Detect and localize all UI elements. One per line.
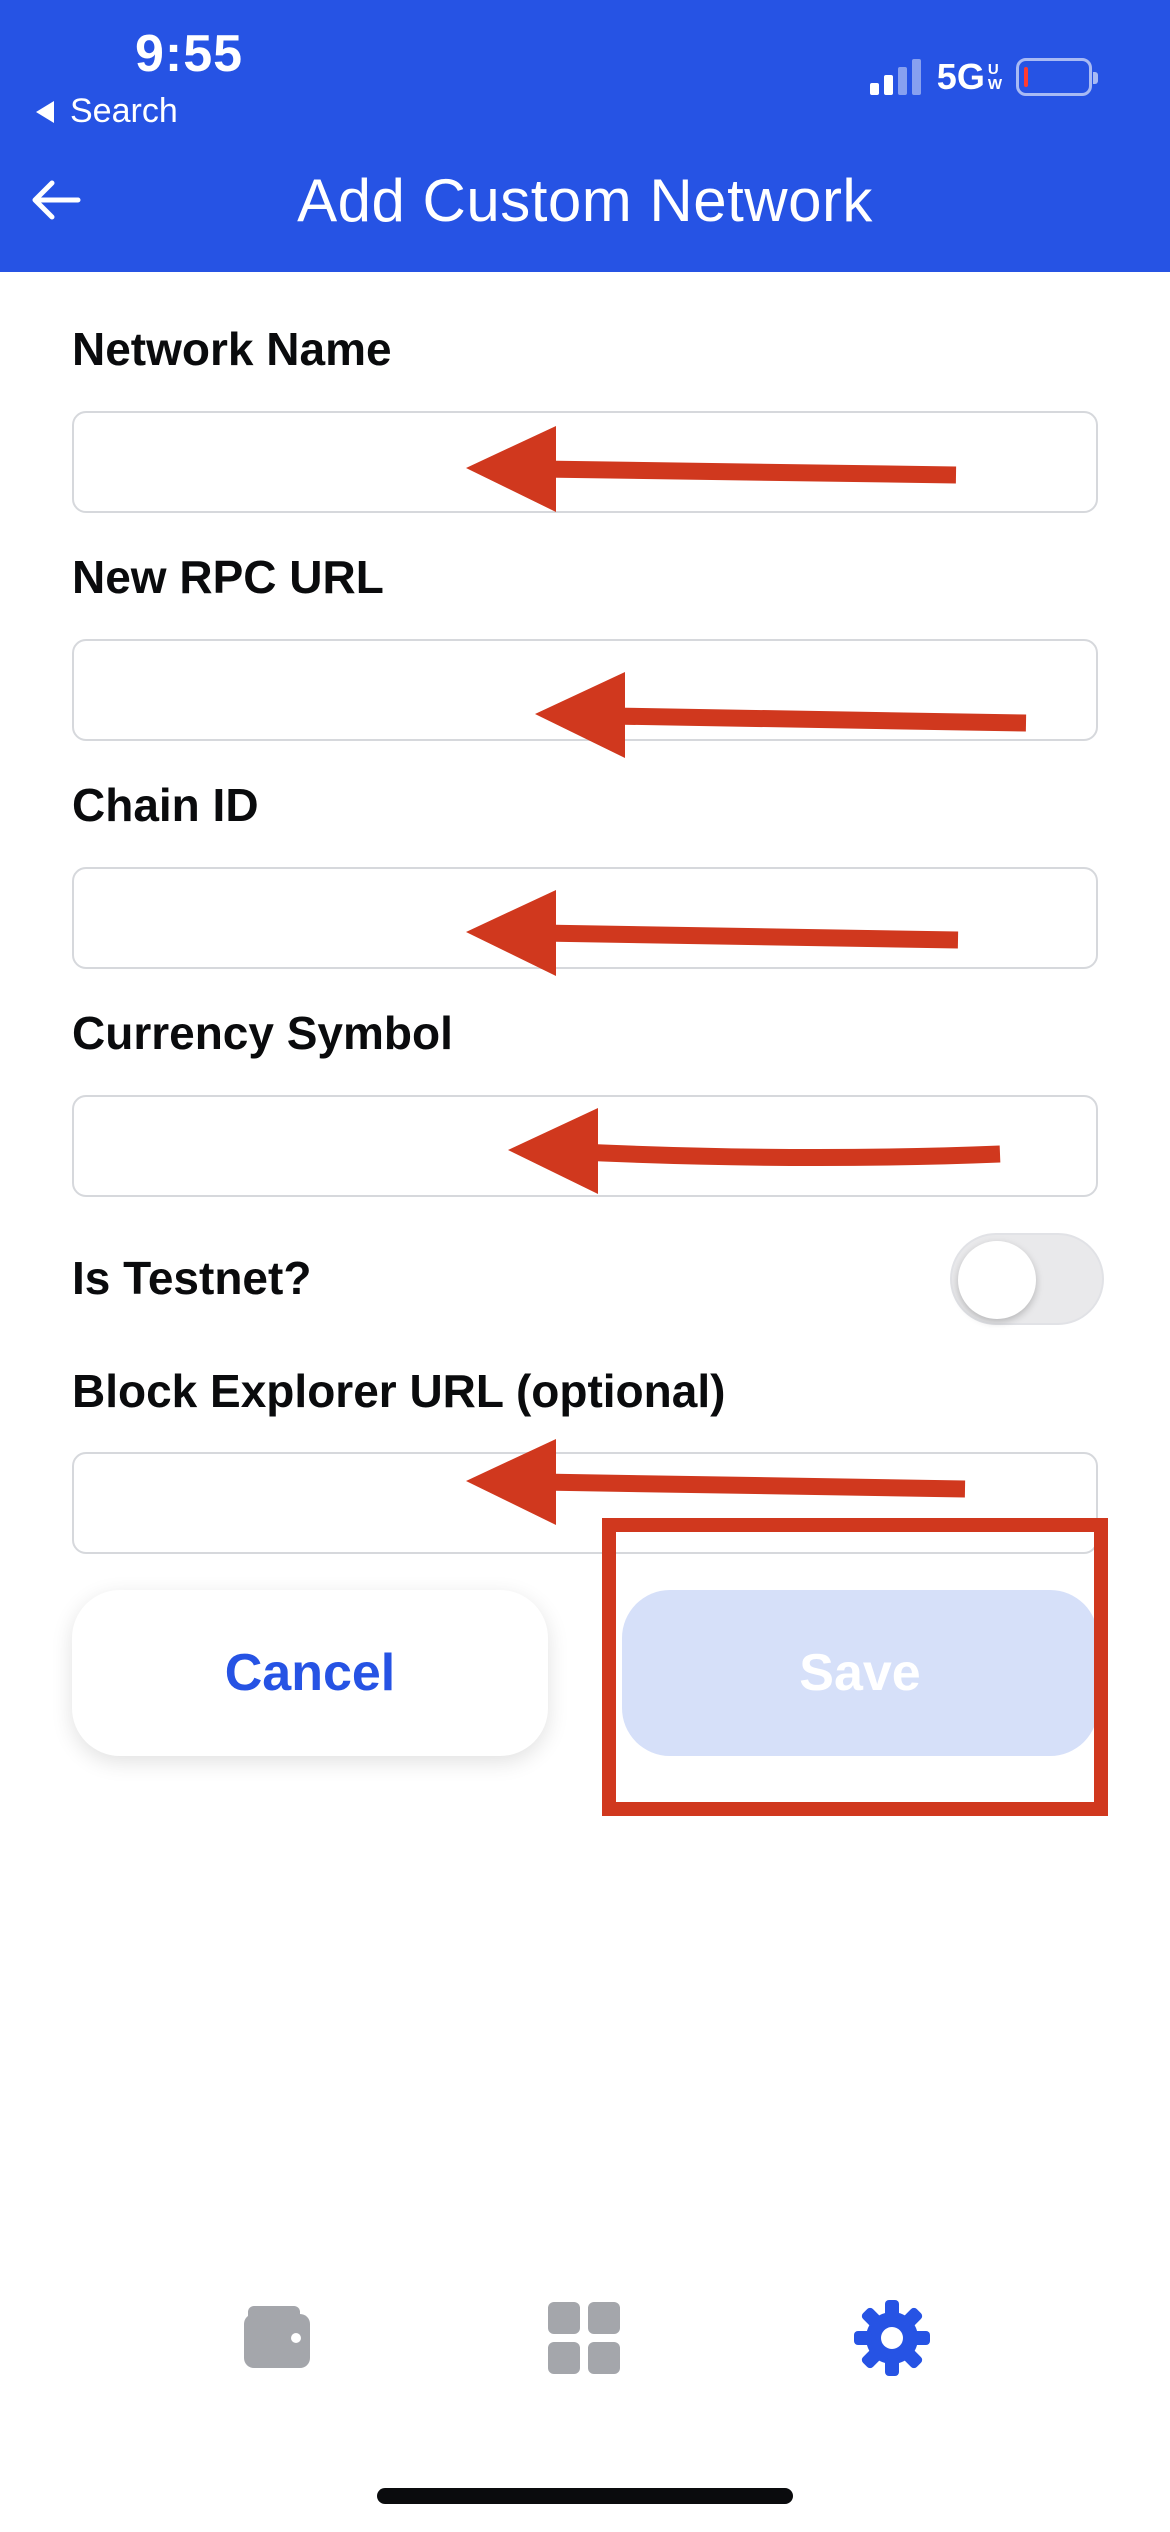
annotation-arrow-block-explorer [539,1473,966,1498]
wallet-icon[interactable] [238,2298,318,2378]
annotation-arrow-network-name [539,460,957,484]
home-indicator [377,2488,793,2504]
annotation-arrow-currency-symbol [579,1143,1001,1167]
apps-grid-icon[interactable] [544,2298,624,2378]
annotation-arrow-chain-id [539,924,959,949]
gear-icon[interactable] [852,2298,932,2378]
annotation-arrows [466,426,1027,1525]
annotation-arrow-rpc-url [609,707,1027,732]
annotation-highlight-box [602,1518,1108,1816]
